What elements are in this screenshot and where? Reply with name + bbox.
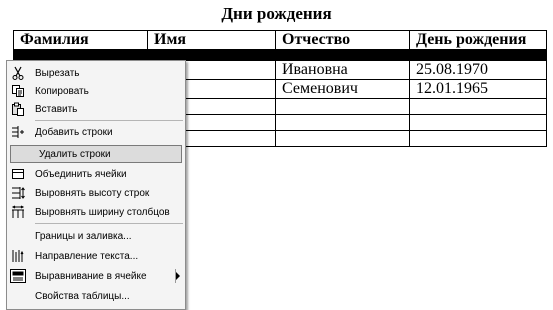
header-cell-name[interactable]: Имя xyxy=(147,30,276,50)
menu-item-label: Добавить строки xyxy=(35,126,113,138)
merge-cells-icon xyxy=(7,165,29,183)
distribute-columns-icon xyxy=(7,203,29,221)
table-cell[interactable] xyxy=(275,130,410,147)
menu-item-delete-rows[interactable]: Удалить строки xyxy=(10,145,182,163)
submenu-arrow-icon xyxy=(176,272,180,280)
menu-item-label: Вырезать xyxy=(35,67,80,79)
table-cell[interactable]: 25.08.1970 xyxy=(409,60,547,80)
menu-item-label: Вставить xyxy=(35,103,78,115)
menu-item-cell-alignment[interactable]: Выравнивание в ячейке xyxy=(7,267,185,285)
menu-item-label: Границы и заливка... xyxy=(35,230,132,242)
table-cell[interactable] xyxy=(409,98,547,115)
table-cell[interactable]: Ивановна xyxy=(275,60,410,80)
table-cell[interactable] xyxy=(275,114,410,131)
table-cell[interactable] xyxy=(275,98,410,115)
table-cell[interactable]: Семенович xyxy=(275,79,410,99)
menu-separator xyxy=(35,120,183,121)
menu-item-distribute-columns[interactable]: Выровнять ширину столбцов xyxy=(7,203,185,221)
menu-item-borders-shading[interactable]: Границы и заливка... xyxy=(7,227,185,245)
menu-item-cut[interactable]: Вырезать xyxy=(7,64,185,82)
menu-separator xyxy=(35,223,183,224)
document-title: Дни рождения xyxy=(221,4,332,23)
menu-item-distribute-rows[interactable]: Выровнять высоту строк xyxy=(7,184,185,202)
insert-rows-icon xyxy=(7,123,29,141)
paste-icon xyxy=(7,100,29,118)
cell-alignment-icon xyxy=(7,267,29,285)
menu-item-label: Копировать xyxy=(35,85,89,97)
table-cell[interactable] xyxy=(275,49,410,61)
menu-item-text-direction[interactable]: Направление текста... xyxy=(7,247,185,265)
header-cell-patronymic[interactable]: Отчество xyxy=(275,30,410,50)
menu-item-label: Свойства таблицы... xyxy=(35,290,130,302)
menu-item-label: Выровнять ширину столбцов xyxy=(35,206,170,218)
table-row-selected[interactable] xyxy=(13,49,547,61)
menu-item-label: Направление текста... xyxy=(35,250,139,262)
menu-item-paste[interactable]: Вставить xyxy=(7,100,185,118)
menu-item-label: Объединить ячейки xyxy=(35,168,127,180)
table-cell[interactable] xyxy=(409,130,547,147)
menu-item-label: Выравнивание в ячейке xyxy=(35,270,147,282)
menu-item-label: Удалить строки xyxy=(39,148,111,160)
table-cell[interactable]: 12.01.1965 xyxy=(409,79,547,99)
text-direction-icon xyxy=(7,247,29,265)
table-cell[interactable] xyxy=(409,114,547,131)
table-header-row: Фамилия Имя Отчество День рождения xyxy=(13,30,547,50)
table-cell[interactable] xyxy=(409,49,547,61)
distribute-rows-icon xyxy=(7,184,29,202)
menu-item-merge-cells[interactable]: Объединить ячейки xyxy=(7,165,185,183)
header-cell-birthday[interactable]: День рождения xyxy=(409,30,547,50)
table-cell[interactable] xyxy=(13,49,148,61)
menu-item-copy[interactable]: Копировать xyxy=(7,82,185,100)
menu-item-label: Выровнять высоту строк xyxy=(35,187,150,199)
table-cell[interactable] xyxy=(147,49,276,61)
context-menu: Вырезать Копировать Вставить Добавить ст… xyxy=(6,60,186,310)
menu-item-insert-rows[interactable]: Добавить строки xyxy=(7,123,185,141)
copy-icon xyxy=(7,82,29,100)
scissors-icon xyxy=(7,64,29,82)
menu-item-table-properties[interactable]: Свойства таблицы... xyxy=(7,287,185,305)
header-cell-surname[interactable]: Фамилия xyxy=(13,30,148,50)
